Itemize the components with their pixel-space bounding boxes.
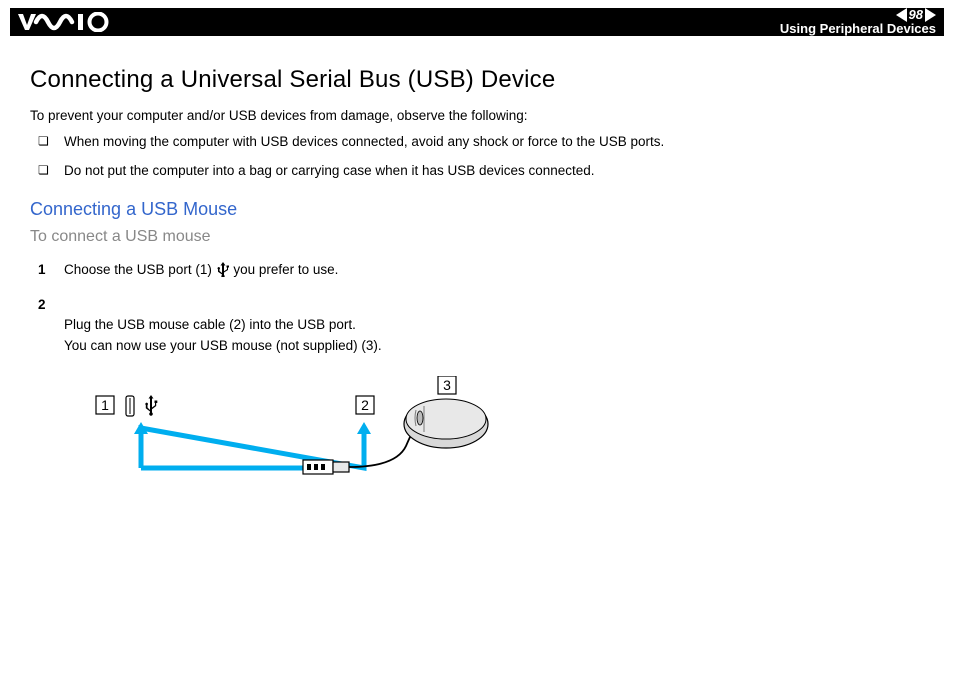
page-nav: 98 bbox=[896, 8, 936, 22]
usb-icon bbox=[145, 395, 157, 416]
page-content: Connecting a Universal Serial Bus (USB) … bbox=[0, 36, 954, 501]
list-item: When moving the computer with USB device… bbox=[30, 133, 924, 152]
list-item: Choose the USB port (1) you prefer to us… bbox=[30, 260, 924, 283]
step-list: Choose the USB port (1) you prefer to us… bbox=[30, 260, 924, 356]
list-item: Do not put the computer into a bag or ca… bbox=[30, 162, 924, 181]
prev-page-arrow-icon[interactable] bbox=[896, 8, 907, 22]
intro-text: To prevent your computer and/or USB devi… bbox=[30, 108, 924, 123]
diagram-label-3: 3 bbox=[443, 377, 451, 393]
page-number: 98 bbox=[909, 8, 923, 22]
section-title: Using Peripheral Devices bbox=[780, 22, 936, 36]
task-title: To connect a USB mouse bbox=[30, 228, 924, 246]
vaio-logo bbox=[18, 12, 113, 32]
list-item: Plug the USB mouse cable (2) into the US… bbox=[30, 295, 924, 356]
usb-mouse-diagram: 1 2 3 bbox=[66, 376, 924, 501]
precaution-list: When moving the computer with USB device… bbox=[30, 133, 924, 181]
diagram-label-1: 1 bbox=[101, 397, 109, 413]
next-page-arrow-icon[interactable] bbox=[925, 8, 936, 22]
page-title: Connecting a Universal Serial Bus (USB) … bbox=[30, 66, 924, 94]
diagram-label-2: 2 bbox=[361, 397, 369, 413]
usb-icon bbox=[216, 261, 230, 283]
subsection-title: Connecting a USB Mouse bbox=[30, 199, 924, 220]
header-bar: 98 Using Peripheral Devices bbox=[10, 8, 944, 36]
